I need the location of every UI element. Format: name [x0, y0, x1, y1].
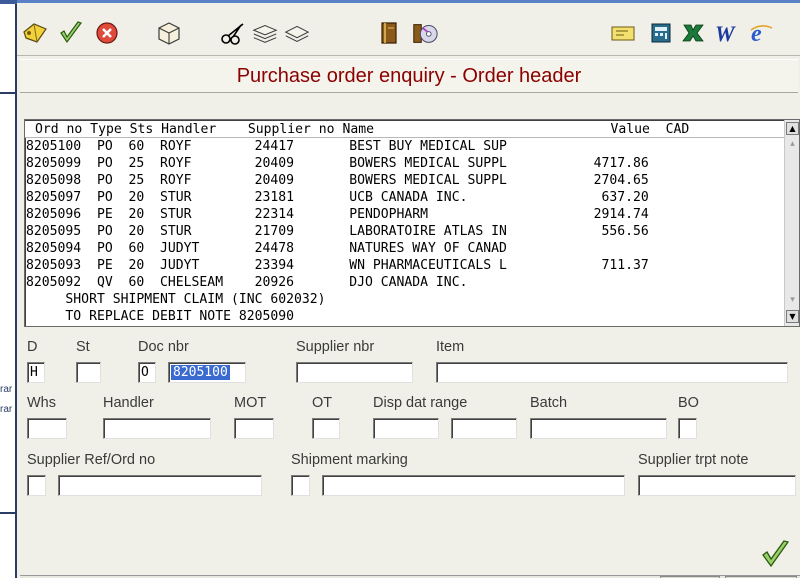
word-icon[interactable]: W [713, 20, 741, 46]
shipment-marking-flag-field[interactable] [291, 475, 310, 496]
list-header: Ord no Type Sts Handler Supplier no Name… [25, 121, 785, 138]
book-icon[interactable] [375, 20, 403, 46]
note-icon[interactable] [609, 20, 637, 46]
stack-flat-icon[interactable] [283, 20, 311, 46]
doc-type-field[interactable]: O [138, 362, 156, 383]
table-row[interactable]: 8205095 PO 20 STUR 21709 LABORATOIRE ATL… [25, 223, 785, 240]
folder-back-icon[interactable] [21, 20, 49, 46]
table-row-note[interactable]: SHORT SHIPMENT CLAIM (INC 602032) [25, 291, 785, 308]
background-window-titlebar [0, 0, 17, 4]
supplier-ref-field[interactable] [58, 475, 262, 496]
stack-icon[interactable] [251, 20, 279, 46]
d-field[interactable]: H [27, 362, 45, 383]
item-label: Item [436, 339, 465, 355]
disp-date-from-field[interactable] [373, 418, 439, 439]
supplier-nbr-field[interactable] [296, 362, 413, 383]
purchase-order-window: W e Purchase order enquiry - Order heade… [17, 0, 800, 578]
disp-dat-range-label: Disp dat range [373, 395, 468, 411]
supplier-trpt-note-label: Supplier trpt note [638, 452, 749, 468]
list-rows: 8205100 PO 60 ROYF 24417 BEST BUY MEDICA… [25, 138, 785, 325]
background-divider [0, 512, 17, 514]
d-label: D [27, 339, 38, 355]
scroll-up-icon[interactable]: ▴ [786, 138, 799, 150]
toolbar: W e [17, 6, 800, 56]
excel-icon[interactable] [679, 20, 707, 46]
table-row-note[interactable]: TO REPLACE DEBIT NOTE 8205090 [25, 308, 785, 325]
background-text-fragment: rar [0, 384, 13, 395]
svg-text:W: W [715, 21, 736, 45]
table-row[interactable]: 8205094 PO 60 JUDYT 24478 NATURES WAY OF… [25, 240, 785, 257]
supplier-ref-label: Supplier Ref/Ord no [27, 452, 156, 468]
scroll-bottom-icon[interactable]: ▼ [786, 310, 799, 323]
ot-label: OT [312, 395, 333, 411]
item-field[interactable] [436, 362, 788, 383]
list-scrollbar[interactable]: ▲ ▴ ▾ ▼ [784, 120, 799, 326]
supplier-nbr-label: Supplier nbr [296, 339, 375, 355]
whs-field[interactable] [27, 418, 67, 439]
scissors-icon[interactable] [219, 20, 247, 46]
handler-label: Handler [103, 395, 154, 411]
cd-icon[interactable] [411, 20, 439, 46]
st-field[interactable] [76, 362, 101, 383]
doc-nbr-label: Doc nbr [138, 339, 189, 355]
bo-label: BO [678, 395, 699, 411]
handler-field[interactable] [103, 418, 211, 439]
page-title-bar: Purchase order enquiry - Order header [20, 59, 798, 93]
table-row[interactable]: 8205097 PO 20 STUR 23181 UCB CANADA INC.… [25, 189, 785, 206]
table-row[interactable]: 8205096 PE 20 STUR 22314 PENDOPHARM 2914… [25, 206, 785, 223]
table-row[interactable]: 8205100 PO 60 ROYF 24417 BEST BUY MEDICA… [25, 138, 785, 155]
orders-list[interactable]: Ord no Type Sts Handler Supplier no Name… [24, 119, 800, 327]
shipment-marking-label: Shipment marking [291, 452, 408, 468]
scroll-down-icon[interactable]: ▾ [786, 294, 799, 306]
batch-label: Batch [530, 395, 568, 411]
check-icon[interactable] [57, 20, 85, 46]
supplier-trpt-note-field[interactable] [638, 475, 796, 496]
table-row[interactable]: 8205099 PO 25 ROYF 20409 BOWERS MEDICAL … [25, 155, 785, 172]
doc-nbr-field[interactable]: 8205100 [168, 362, 246, 383]
st-label: St [76, 339, 90, 355]
supplier-ref-flag-field[interactable] [27, 475, 46, 496]
scroll-top-icon[interactable]: ▲ [786, 122, 799, 135]
ot-field[interactable] [312, 418, 340, 439]
ie-icon[interactable]: e [747, 20, 775, 46]
confirm-check-icon[interactable] [758, 537, 792, 571]
calculator-icon[interactable] [647, 20, 675, 46]
disp-date-to-field[interactable] [451, 418, 517, 439]
mot-field[interactable] [234, 418, 274, 439]
shipment-marking-field[interactable] [322, 475, 625, 496]
background-divider [0, 92, 17, 94]
cancel-icon[interactable] [93, 20, 121, 46]
table-row[interactable]: 8205093 PE 20 JUDYT 23394 WN PHARMACEUTI… [25, 257, 785, 274]
doc-nbr-selected-text: 8205100 [171, 365, 230, 380]
mot-label: MOT [234, 395, 267, 411]
background-window-edge [0, 0, 17, 578]
whs-label: Whs [27, 395, 56, 411]
bo-field[interactable] [678, 418, 697, 439]
box-icon[interactable] [155, 20, 183, 46]
list-header-text: Ord no Type Sts Handler Supplier no Name… [35, 122, 690, 137]
table-row[interactable]: 8205092 QV 60 CHELSEAM 20926 DJO CANADA … [25, 274, 785, 291]
table-row[interactable]: 8205098 PO 25 ROYF 20409 BOWERS MEDICAL … [25, 172, 785, 189]
page-title: Purchase order enquiry - Order header [236, 64, 582, 87]
svg-text:e: e [751, 21, 762, 46]
batch-field[interactable] [530, 418, 667, 439]
background-text-fragment: rar [0, 404, 13, 415]
